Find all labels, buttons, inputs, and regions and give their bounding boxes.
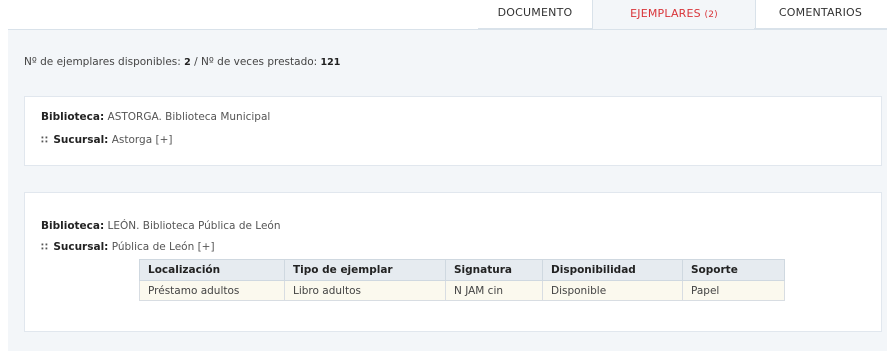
sucursal-label: Sucursal: xyxy=(53,241,109,253)
sucursal-row: ∷ Sucursal: Astorga [+] xyxy=(41,134,173,146)
biblioteca-row: Biblioteca: ASTORGA. Biblioteca Municipa… xyxy=(41,111,270,123)
biblioteca-value: LEÓN. Biblioteca Pública de León xyxy=(107,220,281,232)
library-card-leon: Biblioteca: LEÓN. Biblioteca Pública de … xyxy=(24,192,882,332)
cell-disponibilidad: Disponible xyxy=(542,280,683,301)
tab-comentarios[interactable]: COMENTARIOS xyxy=(754,0,887,29)
sucursal-value: Astorga xyxy=(111,134,153,146)
cell-tipo-ejemplar: Libro adultos xyxy=(284,280,446,301)
tab-ejemplares-count: (2) xyxy=(704,10,718,20)
disponibles-value: 2 xyxy=(184,57,191,68)
sucursal-value: Pública de León xyxy=(111,241,195,253)
prestado-label: Nº de veces prestado: xyxy=(201,56,318,68)
library-card-astorga: Biblioteca: ASTORGA. Biblioteca Municipa… xyxy=(24,96,882,166)
col-soporte: Soporte xyxy=(682,259,785,281)
prestado-value: 121 xyxy=(320,57,341,68)
grip-icon: ∷ xyxy=(41,242,48,253)
col-signatura: Signatura xyxy=(445,259,543,281)
biblioteca-value: ASTORGA. Biblioteca Municipal xyxy=(107,111,271,123)
table-header-row: Localización Tipo de ejemplar Signatura … xyxy=(139,259,785,281)
expand-sucursal-button[interactable]: [+] xyxy=(198,241,215,253)
biblioteca-label: Biblioteca: xyxy=(41,111,105,123)
ejemplares-table: Localización Tipo de ejemplar Signatura … xyxy=(139,259,785,301)
table-row: Préstamo adultos Libro adultos N JAM cin… xyxy=(139,280,785,301)
biblioteca-row: Biblioteca: LEÓN. Biblioteca Pública de … xyxy=(41,220,281,232)
biblioteca-label: Biblioteca: xyxy=(41,220,105,232)
col-localizacion: Localización xyxy=(139,259,285,281)
disponibles-label: Nº de ejemplares disponibles: xyxy=(24,56,181,68)
expand-sucursal-button[interactable]: [+] xyxy=(156,134,173,146)
tab-bar: DOCUMENTO EJEMPLARES (2) COMENTARIOS xyxy=(0,0,887,31)
col-tipo-ejemplar: Tipo de ejemplar xyxy=(284,259,446,281)
cell-soporte: Papel xyxy=(682,280,785,301)
sucursal-row: ∷ Sucursal: Pública de León [+] xyxy=(41,241,215,253)
tab-ejemplares-label: EJEMPLARES xyxy=(630,7,701,20)
availability-summary: Nº de ejemplares disponibles: 2 / Nº de … xyxy=(24,56,340,68)
tab-ejemplares[interactable]: EJEMPLARES (2) xyxy=(592,0,756,31)
grip-icon: ∷ xyxy=(41,135,48,146)
summary-separator: / xyxy=(194,56,198,68)
tab-documento[interactable]: DOCUMENTO xyxy=(478,0,592,29)
col-disponibilidad: Disponibilidad xyxy=(542,259,683,281)
cell-localizacion: Préstamo adultos xyxy=(139,280,285,301)
cell-signatura: N JAM cin xyxy=(445,280,543,301)
sucursal-label: Sucursal: xyxy=(53,134,109,146)
